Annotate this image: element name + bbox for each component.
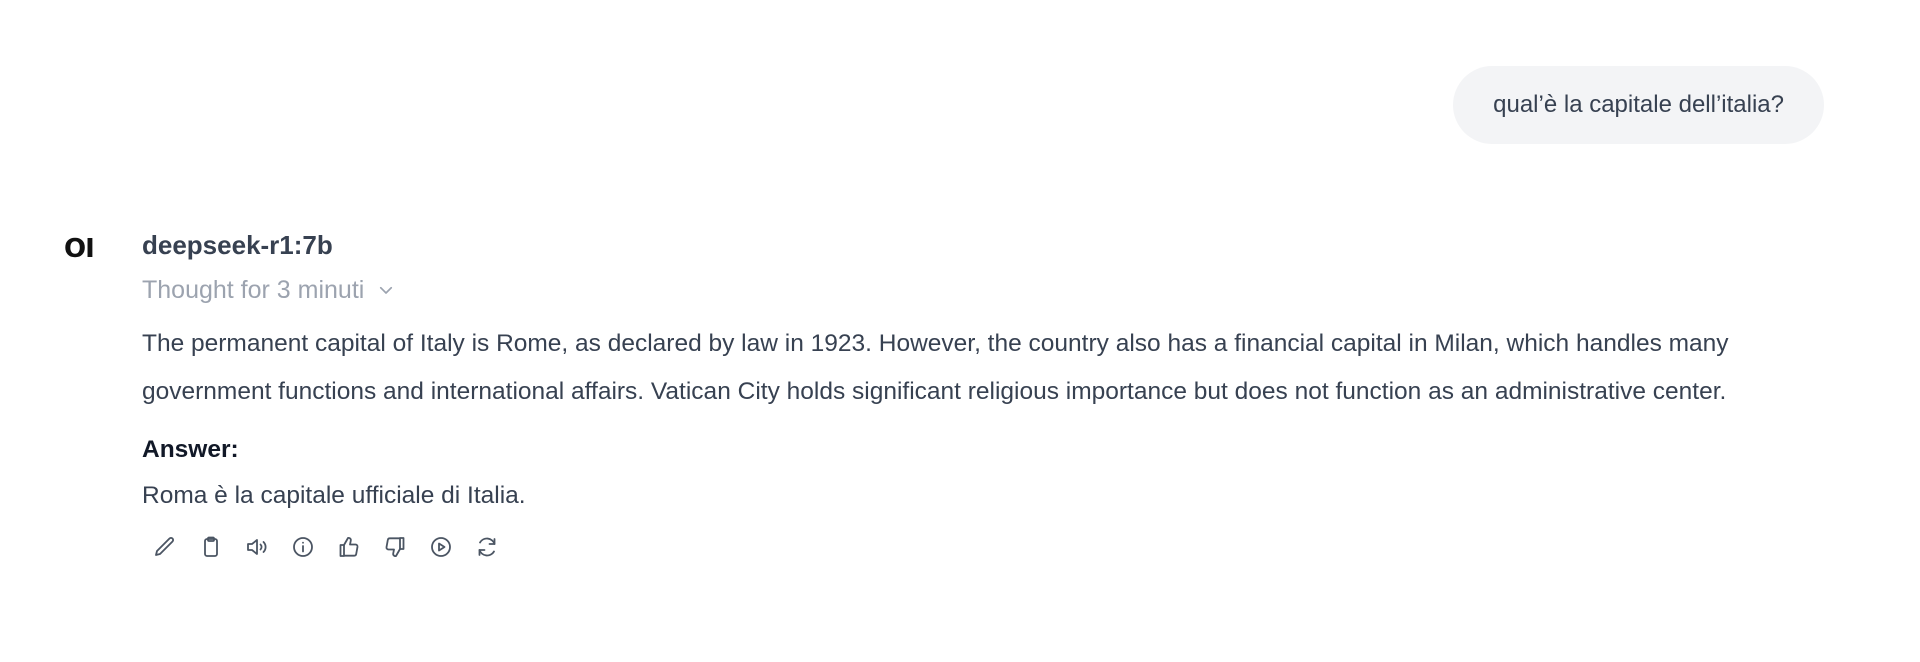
chat-page: qual’è la capitale dell’italia? OI deeps… bbox=[0, 0, 1920, 662]
user-message-text: qual’è la capitale dell’italia? bbox=[1493, 91, 1784, 118]
answer-text: Roma è la capitale ufficiale di Italia. bbox=[142, 482, 526, 509]
read-aloud-button[interactable] bbox=[234, 532, 280, 562]
chevron-down-icon bbox=[376, 280, 396, 300]
thumbs-down-button[interactable] bbox=[372, 532, 418, 562]
edit-button[interactable] bbox=[142, 532, 188, 562]
speaker-icon bbox=[247, 539, 267, 555]
thumbs-down-icon bbox=[385, 537, 405, 557]
response-paragraph: The permanent capital of Italy is Rome, … bbox=[142, 330, 1729, 405]
clipboard-icon bbox=[204, 536, 218, 557]
model-name: deepseek-r1:7b bbox=[142, 230, 333, 260]
thumbs-up-button[interactable] bbox=[326, 532, 372, 562]
info-button[interactable] bbox=[280, 532, 326, 562]
thumbs-up-icon bbox=[339, 537, 359, 557]
thought-toggle[interactable]: Thought for 3 minuti bbox=[142, 274, 1824, 306]
assistant-message-body: deepseek-r1:7b Thought for 3 minuti The … bbox=[142, 228, 1824, 562]
answer-heading: Answer: bbox=[142, 436, 239, 463]
refresh-icon bbox=[478, 537, 496, 557]
continue-button[interactable] bbox=[418, 532, 464, 562]
model-logo: OI bbox=[64, 234, 95, 264]
play-circle-icon bbox=[431, 537, 451, 557]
pencil-icon bbox=[155, 537, 174, 556]
regenerate-button[interactable] bbox=[464, 532, 510, 562]
message-action-bar bbox=[142, 532, 1824, 562]
info-icon bbox=[293, 537, 313, 557]
user-message-bubble: qual’è la capitale dell’italia? bbox=[1453, 66, 1824, 144]
thought-label: Thought for 3 minuti bbox=[142, 276, 365, 304]
copy-button[interactable] bbox=[188, 532, 234, 562]
